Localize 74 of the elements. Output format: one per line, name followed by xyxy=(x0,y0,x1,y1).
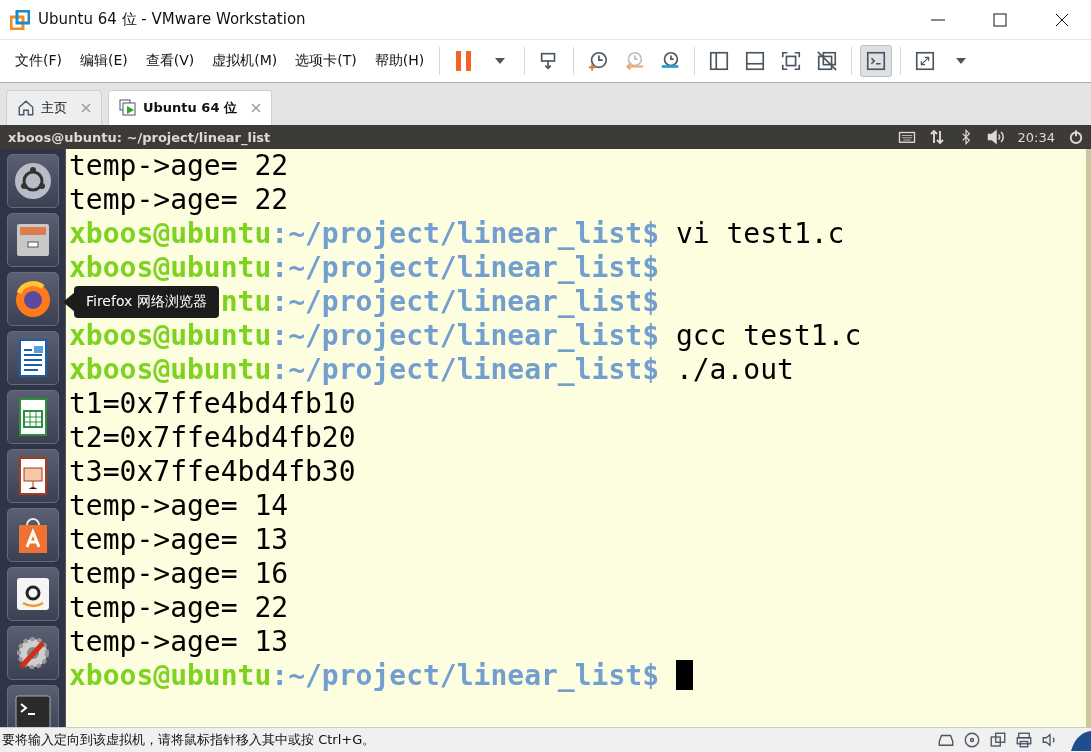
menu-item[interactable]: 虚拟机(M) xyxy=(203,52,287,70)
clock-arrow-icon xyxy=(623,50,646,72)
prompt-user: ntu xyxy=(220,285,272,318)
disc-icon xyxy=(963,731,981,749)
terminal-icon xyxy=(12,692,53,727)
terminal-output: temp->age= 22 xyxy=(69,149,289,182)
caret-icon xyxy=(956,58,967,64)
sidebar-layout-icon xyxy=(708,50,731,72)
prompt-user: xboos@ubuntu xyxy=(69,659,272,692)
terminal-output: temp->age= 16 xyxy=(69,557,289,590)
menu-item[interactable]: 编辑(E) xyxy=(71,52,137,70)
status-message: 要将输入定向到该虚拟机，请将鼠标指针移入其中或按 Ctrl+G。 xyxy=(2,731,377,749)
terminal-output: temp->age= 22 xyxy=(69,591,289,624)
prompt-path: :~/project/linear_list$ xyxy=(271,319,660,352)
launcher-item[interactable] xyxy=(6,331,59,385)
launcher-item[interactable] xyxy=(6,154,59,208)
vm-play-icon xyxy=(119,99,137,117)
terminal-command: gcc test1.c xyxy=(675,319,862,352)
prompt-path: :~/project/linear_list$ xyxy=(271,251,660,284)
toolbar-button[interactable] xyxy=(860,45,893,77)
menu-item[interactable]: 帮助(H) xyxy=(365,52,434,70)
prompt-user: xboos@ubuntu xyxy=(69,251,272,284)
launcher-item[interactable] xyxy=(6,272,59,326)
launcher-item[interactable] xyxy=(6,567,59,621)
network-icon xyxy=(989,731,1007,749)
menu-item[interactable]: 查看(V) xyxy=(136,52,204,70)
console-icon xyxy=(865,50,888,72)
prompt-user: xboos@ubuntu xyxy=(69,217,272,250)
terminal-output: temp->age= 13 xyxy=(69,523,289,556)
scrollbar[interactable] xyxy=(1086,149,1091,727)
tab[interactable]: 主页 xyxy=(6,90,102,125)
launcher-item[interactable] xyxy=(6,626,59,680)
home-icon xyxy=(17,99,35,117)
menu-item[interactable]: 文件(F) xyxy=(6,52,71,70)
launcher-item[interactable] xyxy=(6,390,59,444)
ubuntu-logo-icon xyxy=(12,161,53,201)
terminal-output: t3=0x7ffe4bd4fb30 xyxy=(69,455,356,488)
text-cursor xyxy=(675,660,693,690)
prompt-path: :~/project/linear_list$ xyxy=(271,217,660,250)
launcher-item[interactable] xyxy=(6,213,59,267)
prompt-path: :~/project/linear_list$ xyxy=(271,353,660,386)
clock-plus-icon xyxy=(587,50,610,72)
prompt-path: :~/project/linear_list$ xyxy=(271,659,660,692)
prompt-path: :~/project/linear_list$ xyxy=(271,285,659,318)
tab-label: Ubuntu 64 位 xyxy=(143,99,237,117)
bottom-panel-icon xyxy=(744,50,767,72)
prompt-user: xboos@ubuntu xyxy=(69,319,272,352)
power-gear-icon xyxy=(1067,128,1085,146)
tab[interactable]: Ubuntu 64 位 xyxy=(108,90,272,125)
launcher-item[interactable] xyxy=(6,508,59,562)
terminal-title: xboos@ubuntu: ~/project/linear_list xyxy=(8,129,272,145)
stretch-icon xyxy=(914,50,937,72)
terminal-command: ./a.out xyxy=(675,353,794,386)
maximize-icon[interactable] xyxy=(993,12,1007,27)
fullscreen-icon xyxy=(780,50,803,72)
caret-icon xyxy=(495,58,506,64)
unity-off-icon xyxy=(816,50,839,72)
prompt-user: xboos@ubuntu xyxy=(69,353,272,386)
close-icon[interactable] xyxy=(1055,12,1069,27)
clock: 20:34 xyxy=(1017,129,1055,145)
terminal-output: t1=0x7ffe4bd4fb10 xyxy=(69,387,356,420)
window-title: Ubuntu 64 位 - VMware Workstation xyxy=(38,10,307,29)
menu-item[interactable]: 选项卡(T) xyxy=(286,52,366,70)
terminal-output: temp->age= 22 xyxy=(69,183,289,216)
tab-label: 主页 xyxy=(41,99,67,117)
terminal-output: temp->age= 14 xyxy=(69,489,289,522)
terminal-output: t2=0x7ffe4bd4fb20 xyxy=(69,421,356,454)
terminal-command: vi test1.c xyxy=(675,217,845,250)
launcher-item[interactable] xyxy=(6,449,59,503)
volume-icon xyxy=(985,127,1006,147)
app-logo-icon xyxy=(10,9,30,30)
terminal-output: temp->age= 13 xyxy=(69,625,289,658)
minimize-icon[interactable] xyxy=(931,18,945,21)
printer-icon xyxy=(1015,731,1033,749)
